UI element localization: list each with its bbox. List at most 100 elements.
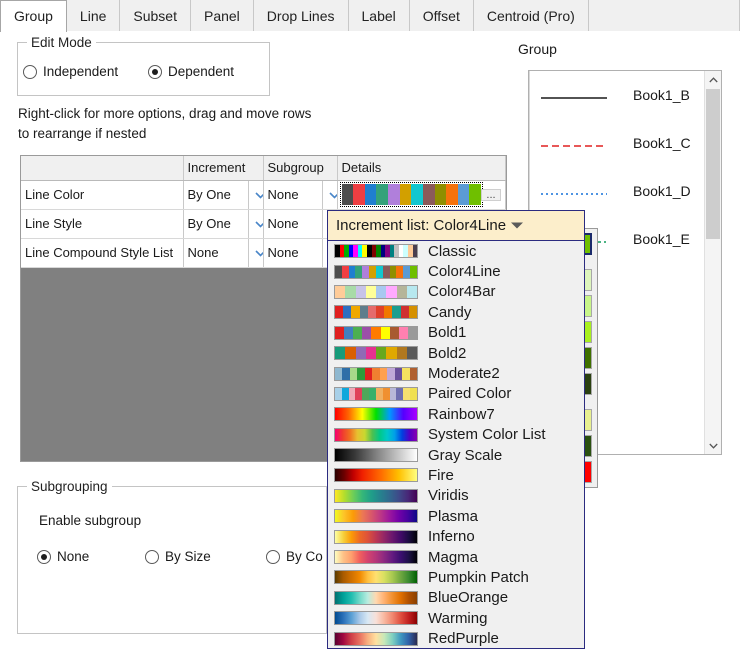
color-segment bbox=[389, 265, 397, 278]
increment-list-items[interactable]: Classic Color4Line Color4Bar Candy Bold1 Bold… bbox=[328, 241, 584, 648]
tab-panel[interactable]: Panel bbox=[190, 0, 254, 31]
menu-item[interactable]: Rainbow7 bbox=[328, 404, 584, 424]
group-panel-label: Group bbox=[518, 41, 557, 57]
increment-dropdown-button[interactable] bbox=[248, 238, 264, 268]
tab-label[interactable]: Label bbox=[348, 0, 410, 31]
color-segment bbox=[407, 326, 417, 339]
chevron-down-icon[interactable] bbox=[252, 211, 262, 236]
increment-list-header[interactable]: Increment list: Color4Line bbox=[328, 211, 584, 241]
radio-label: By Co bbox=[286, 549, 323, 564]
menu-item[interactable]: Fire bbox=[328, 465, 584, 485]
tab-drop-lines[interactable]: Drop Lines bbox=[253, 0, 349, 31]
radio-subgroup-none[interactable]: None bbox=[37, 549, 89, 564]
menu-item-label: BlueOrange bbox=[428, 589, 509, 607]
menu-item[interactable]: Viridis bbox=[328, 486, 584, 506]
cell-subgroup[interactable]: None bbox=[263, 209, 323, 239]
color-segment bbox=[335, 326, 345, 339]
palette-preview-swatch bbox=[334, 284, 418, 299]
scroll-down-icon[interactable] bbox=[705, 437, 721, 454]
tab-offset[interactable]: Offset bbox=[409, 0, 474, 31]
tab-line[interactable]: Line bbox=[66, 0, 121, 31]
cell-increment[interactable]: By One bbox=[183, 209, 249, 239]
color-segment bbox=[335, 306, 344, 319]
radio-edit-mode-dependent[interactable]: Dependent bbox=[148, 64, 234, 79]
color-segment bbox=[398, 326, 408, 339]
color-segment bbox=[348, 387, 356, 400]
menu-item[interactable]: Plasma bbox=[328, 506, 584, 526]
menu-item[interactable]: Color4Line bbox=[328, 261, 584, 281]
cell-details-palette[interactable]: ... bbox=[337, 180, 506, 210]
cell-subgroup[interactable]: None bbox=[263, 238, 323, 268]
palette-preview-swatch bbox=[334, 407, 418, 422]
tab-label: Drop Lines bbox=[266, 7, 335, 24]
color-segment bbox=[335, 285, 346, 298]
scroll-up-icon[interactable] bbox=[705, 71, 721, 88]
chevron-down-icon[interactable] bbox=[252, 182, 262, 207]
menu-item[interactable]: Classic bbox=[328, 241, 584, 261]
color-swatch bbox=[411, 184, 423, 205]
color-swatch bbox=[376, 184, 389, 205]
grid-header-increment[interactable]: Increment bbox=[183, 156, 264, 181]
radio-subgroup-by-color[interactable]: By Co bbox=[266, 549, 323, 564]
caret-down-icon[interactable] bbox=[510, 217, 524, 234]
details-browse-button[interactable]: ... bbox=[481, 188, 501, 201]
menu-item[interactable]: Bold2 bbox=[328, 343, 584, 363]
color-segment bbox=[376, 285, 387, 298]
color-segment bbox=[341, 265, 349, 278]
color-segment bbox=[335, 387, 342, 400]
palette-preview-swatch bbox=[334, 590, 418, 605]
table-row[interactable]: Line Color By One None ... bbox=[21, 180, 506, 210]
menu-item[interactable]: BlueOrange bbox=[328, 588, 584, 608]
palette-preview-swatch bbox=[334, 550, 418, 565]
color-segment bbox=[382, 387, 390, 400]
menu-item[interactable]: Candy bbox=[328, 302, 584, 322]
palette-preview-swatch bbox=[334, 631, 418, 646]
increment-dropdown-button[interactable] bbox=[248, 180, 264, 210]
menu-item[interactable]: Pumpkin Patch bbox=[328, 567, 584, 587]
color-segment bbox=[345, 347, 356, 360]
list-item-label: Book1_C bbox=[633, 135, 691, 151]
color-segment bbox=[375, 265, 383, 278]
details-color-swatch-bar[interactable] bbox=[339, 182, 484, 207]
radio-edit-mode-independent[interactable]: Independent bbox=[23, 64, 118, 79]
menu-item-label: Viridis bbox=[428, 487, 469, 505]
color-segment bbox=[335, 265, 342, 278]
menu-item[interactable]: Warming bbox=[328, 608, 584, 628]
menu-item[interactable]: System Color List bbox=[328, 425, 584, 445]
menu-item[interactable]: Moderate2 bbox=[328, 363, 584, 383]
cell-increment[interactable]: By One bbox=[183, 180, 249, 210]
tab-label: Centroid (Pro) bbox=[486, 7, 575, 24]
radio-subgroup-by-size[interactable]: By Size bbox=[145, 549, 211, 564]
scrollbar-thumb[interactable] bbox=[706, 89, 720, 239]
menu-item[interactable]: Color4Bar bbox=[328, 282, 584, 302]
color-swatch bbox=[388, 184, 400, 205]
menu-item-label: Plasma bbox=[428, 507, 479, 525]
tab-list: Group Line Subset Panel Drop Lines Label… bbox=[0, 0, 740, 32]
tab-subset[interactable]: Subset bbox=[120, 0, 191, 31]
list-item[interactable]: Book1_B bbox=[529, 71, 721, 119]
cell-increment[interactable]: None bbox=[183, 238, 249, 268]
subgroup-dropdown-button[interactable] bbox=[322, 180, 338, 210]
color-segment bbox=[355, 285, 366, 298]
chevron-down-icon[interactable] bbox=[252, 240, 262, 265]
tab-centroid-pro[interactable]: Centroid (Pro) bbox=[473, 0, 589, 31]
menu-item[interactable]: Paired Color bbox=[328, 384, 584, 404]
menu-item[interactable]: Gray Scale bbox=[328, 445, 584, 465]
cell-subgroup[interactable]: None bbox=[263, 180, 323, 210]
menu-item[interactable]: Magma bbox=[328, 547, 584, 567]
menu-item[interactable]: RedPurple bbox=[328, 628, 584, 648]
increment-dropdown-button[interactable] bbox=[248, 209, 264, 239]
grid-header-subgroup[interactable]: Subgroup bbox=[263, 156, 338, 181]
enable-subgroup-label: Enable subgroup bbox=[39, 513, 142, 528]
menu-item[interactable]: Bold1 bbox=[328, 323, 584, 343]
menu-item[interactable]: Inferno bbox=[328, 526, 584, 546]
grid-header-details[interactable]: Details bbox=[337, 156, 506, 181]
grid-header-name[interactable] bbox=[21, 156, 184, 181]
group-list-scrollbar[interactable] bbox=[704, 71, 721, 454]
list-item[interactable]: Book1_D bbox=[529, 167, 721, 215]
chevron-down-icon[interactable] bbox=[326, 182, 337, 207]
list-item[interactable]: Book1_C bbox=[529, 119, 721, 167]
tab-group[interactable]: Group bbox=[0, 0, 67, 32]
increment-list-dropdown[interactable]: Increment list: Color4Line Classic Color4… bbox=[327, 210, 585, 649]
color-segment bbox=[372, 367, 380, 380]
